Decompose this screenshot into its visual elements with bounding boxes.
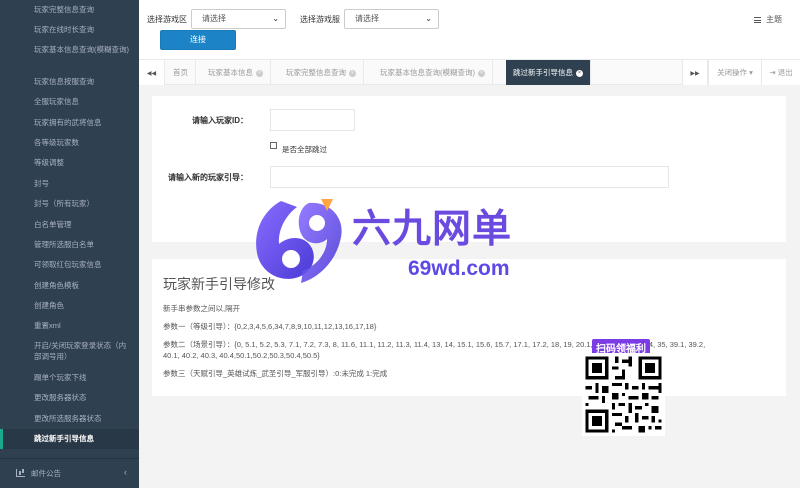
theme-label: 主题 — [766, 15, 782, 24]
top-bar: 选择游戏区 请选择 ⌄ 选择游戏服 请选择 ⌄ 连接 主题 — [139, 0, 800, 60]
new-guide-label: 请输入新的玩家引导： — [168, 173, 248, 182]
tabs-next-button[interactable]: ▶▶ — [682, 60, 708, 85]
sidebar-item[interactable]: 封号（所有玩家） — [0, 194, 139, 214]
close-operations-label: 关闭操作 — [717, 68, 748, 77]
sidebar-menu: 玩家完整信息查询 玩家在线时长查询 玩家基本信息查询(模糊查询) 玩家信息按服查询 全服… — [0, 0, 139, 450]
logout-button[interactable]: ⇥ 退出 — [761, 60, 800, 85]
tab-label: 玩家完整信息查询 — [286, 68, 346, 77]
info-line: 40.1, 40.2, 40.3, 40.4,50.1,50.2,50.3,50… — [163, 351, 320, 360]
info-line: 新手串参数之间以,隔开 — [163, 304, 241, 313]
chevron-left-icon: ‹ — [124, 467, 127, 477]
sidebar-item[interactable]: 玩家拥有的武将信息 — [0, 113, 139, 133]
bar-chart-icon — [16, 469, 25, 477]
menu-icon — [754, 16, 761, 23]
sidebar-item[interactable]: 管理所选服白名单 — [0, 235, 139, 255]
close-icon[interactable]: × — [576, 69, 583, 77]
info-line: 参数三（天赋引导_英雄试炼_武圣引导_军服引导）:0:未完成 1:完成 — [163, 369, 388, 378]
double-right-arrow-icon: ▶▶ — [690, 71, 700, 77]
qr-code — [582, 353, 665, 436]
sidebar-item[interactable]: 开启/关闭玩家登录状态（内部调号用） — [0, 337, 139, 368]
sidebar-item[interactable]: 玩家基本信息查询(模糊查询) — [0, 41, 139, 72]
sidebar-item[interactable]: 跳过新手引导信息 — [0, 429, 139, 450]
sidebar-item[interactable]: 白名单管理 — [0, 215, 139, 235]
logout-label: 退出 — [777, 68, 793, 77]
server-select-value: 请选择 — [355, 14, 379, 23]
new-guide-input[interactable] — [270, 166, 669, 188]
sidebar-item[interactable]: 更改服务器状态 — [0, 388, 139, 408]
tab[interactable]: 首页 — [166, 60, 196, 85]
server-label: 选择游戏服 — [300, 15, 340, 24]
close-icon[interactable]: × — [478, 69, 485, 77]
page-tabs-bar: ◀◀ 首页 玩家基本信息 × 玩家完整信息查询 × 玩家基本信息查询(模糊查询) × 跳过新手… — [139, 60, 800, 85]
close-icon[interactable]: × — [256, 69, 263, 77]
info-line: 参数一（等级引导）：{0,2,3,4,5,6,34,7,8,9,10,11,12… — [163, 322, 377, 331]
sidebar-item[interactable]: 封号 — [0, 174, 139, 194]
region-select[interactable]: 请选择 ⌄ — [191, 9, 286, 29]
chevron-down-icon: ⌄ — [425, 14, 432, 23]
sidebar-item[interactable]: 创建角色模板 — [0, 276, 139, 296]
sidebar-item[interactable]: 玩家在线时长查询 — [0, 20, 139, 40]
region-select-value: 请选择 — [202, 14, 226, 23]
sidebar-item[interactable]: 等级调整 — [0, 153, 139, 173]
tab[interactable]: 跳过新手引导信息 × — [506, 60, 591, 85]
double-left-arrow-icon: ◀◀ — [146, 71, 157, 77]
tab[interactable]: 玩家基本信息查询(模糊查询) × — [373, 60, 493, 85]
sidebar: 玩家完整信息查询 玩家在线时长查询 玩家基本信息查询(模糊查询) 玩家信息按服查询 全服… — [0, 0, 139, 488]
sidebar-item[interactable]: 创建角色 — [0, 296, 139, 316]
sidebar-item[interactable]: 踢单个玩家下线 — [0, 368, 139, 388]
caret-down-icon: ▾ — [749, 68, 753, 77]
connect-button[interactable]: 连接 — [160, 30, 236, 50]
sidebar-item[interactable]: 各等级玩家数 — [0, 133, 139, 153]
theme-button[interactable]: 主题 — [754, 14, 782, 25]
logout-icon: ⇥ — [769, 68, 776, 77]
skip-all-label: 是否全部跳过 — [282, 145, 327, 154]
tab-label: 玩家基本信息 — [208, 68, 253, 77]
player-id-input[interactable] — [270, 109, 355, 131]
sidebar-item-label: 邮件公告 — [31, 469, 61, 478]
tab[interactable]: 玩家完整信息查询 × — [279, 60, 364, 85]
player-id-label: 请输入玩家ID： — [192, 116, 248, 125]
region-label: 选择游戏区 — [147, 15, 187, 24]
tab-label: 玩家基本信息查询(模糊查询) — [380, 68, 475, 77]
sidebar-item[interactable]: 可领取红包玩家信息 — [0, 255, 139, 275]
close-icon[interactable]: × — [349, 69, 356, 77]
tab[interactable]: 玩家基本信息 × — [201, 60, 271, 85]
server-select[interactable]: 请选择 ⌄ — [344, 9, 439, 29]
sidebar-item[interactable]: 玩家信息按服查询 — [0, 72, 139, 92]
sidebar-item-mail-announcement[interactable]: 邮件公告 ‹ — [0, 458, 139, 488]
brand-name-cn: 六九网单 — [352, 208, 513, 251]
brand-url: 69wd.com — [408, 257, 510, 280]
chevron-down-icon: ⌄ — [272, 14, 279, 23]
close-operations-dropdown[interactable]: 关闭操作 ▾ — [708, 60, 761, 85]
skip-all-checkbox[interactable] — [270, 142, 277, 149]
tab-label: 首页 — [173, 68, 188, 77]
sidebar-item[interactable]: 更改所选服务器状态 — [0, 409, 139, 429]
tab-label: 跳过新手引导信息 — [513, 68, 573, 77]
sidebar-item[interactable]: 重置xml — [0, 316, 139, 336]
brand-logo — [256, 199, 342, 283]
sidebar-item[interactable]: 全服玩家信息 — [0, 92, 139, 112]
sidebar-item[interactable]: 玩家完整信息查询 — [0, 0, 139, 20]
tabs-prev-button[interactable]: ◀◀ — [139, 60, 165, 85]
